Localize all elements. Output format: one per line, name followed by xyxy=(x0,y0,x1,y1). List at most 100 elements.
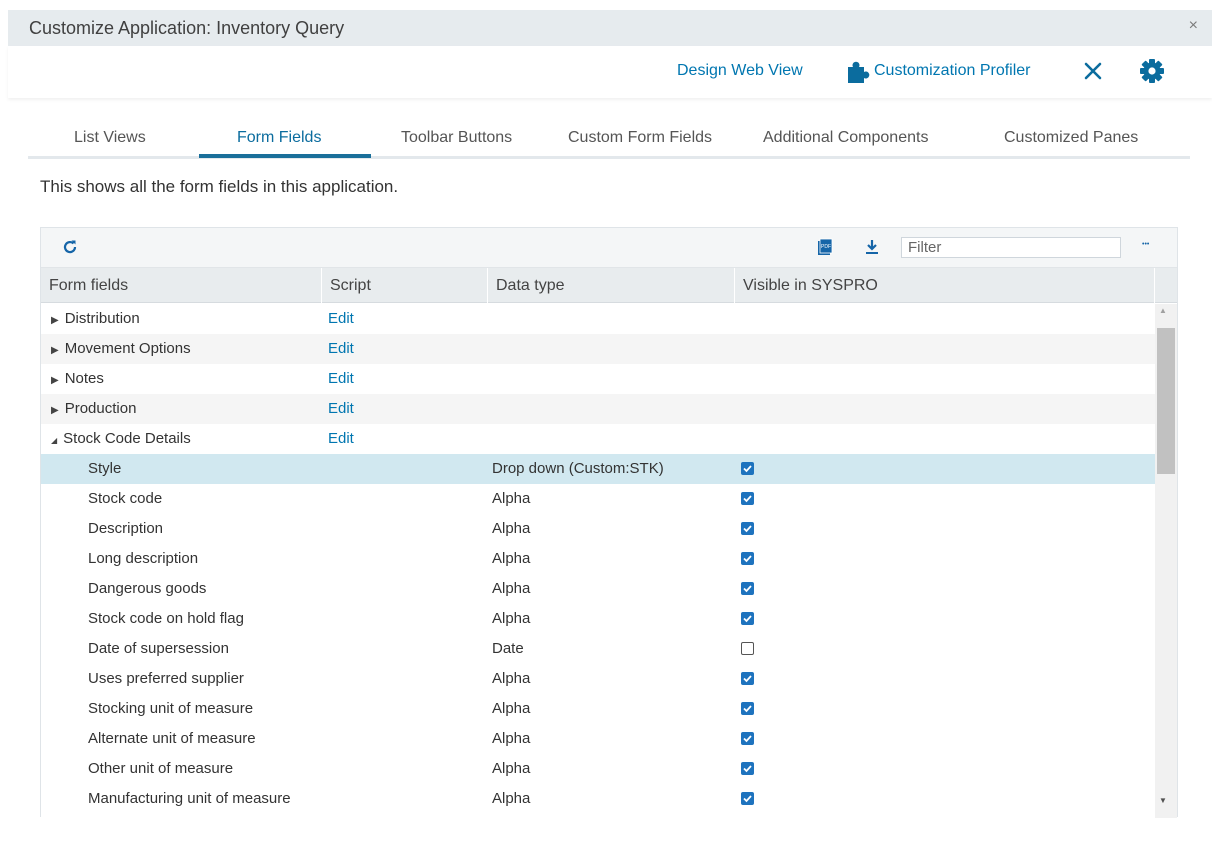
group-label: ▶ Notes xyxy=(51,364,104,394)
dialog-close-icon[interactable]: × xyxy=(1189,17,1198,35)
page-description: This shows all the form fields in this a… xyxy=(40,177,399,196)
visible-checkbox[interactable] xyxy=(741,552,754,565)
script-edit-link[interactable]: Edit xyxy=(328,424,354,454)
visible-checkbox[interactable] xyxy=(741,732,754,745)
table-row[interactable]: Description Alpha xyxy=(41,514,1155,544)
group-label: ▶ Distribution xyxy=(51,304,140,334)
table-row[interactable]: Stock code Alpha xyxy=(41,484,1155,514)
table-row[interactable]: Date of supersession Date xyxy=(41,634,1155,664)
expand-caret-icon[interactable]: ▶ xyxy=(51,396,59,426)
grid-header: Form fields Script Data type Visible in … xyxy=(41,268,1177,303)
table-row[interactable]: Alternate unit of measure Alpha xyxy=(41,724,1155,754)
scroll-down-arrow-icon[interactable]: ▼ xyxy=(1159,796,1167,805)
customize-application-dialog: Customize Application: Inventory Query ×… xyxy=(0,0,1212,844)
expand-caret-icon[interactable]: ▶ xyxy=(51,366,59,396)
grid-body: ▶ Distribution Edit ▶ Movement Options Edi… xyxy=(41,304,1155,818)
group-row[interactable]: ▶ Notes Edit xyxy=(41,364,1155,394)
close-x-icon[interactable] xyxy=(1081,58,1105,84)
visible-checkbox[interactable] xyxy=(741,582,754,595)
field-name: Description xyxy=(88,520,164,537)
field-name: Long description xyxy=(88,550,199,567)
puzzle-piece-icon[interactable] xyxy=(844,58,872,84)
field-data-type: Alpha xyxy=(492,610,531,627)
field-name: Manufacturing unit of measure xyxy=(88,790,291,807)
visible-checkbox[interactable] xyxy=(741,462,754,475)
table-row[interactable]: Dangerous goods Alpha xyxy=(41,574,1155,604)
group-row[interactable]: ▶ Movement Options Edit xyxy=(41,334,1155,364)
expand-caret-icon[interactable]: ▶ xyxy=(51,336,59,366)
table-row[interactable]: Stock code on hold flag Alpha xyxy=(41,604,1155,634)
group-row[interactable]: ▶ Production Edit xyxy=(41,394,1155,424)
field-name: Stocking unit of measure xyxy=(88,700,254,717)
group-label: ◢ Stock Code Details xyxy=(51,424,191,454)
tab-customized-panes[interactable]: Customized Panes xyxy=(1004,129,1138,147)
field-data-type: Drop down (Custom:STK) xyxy=(492,460,664,477)
tab-list-views[interactable]: List Views xyxy=(74,129,146,147)
script-edit-link[interactable]: Edit xyxy=(328,334,354,364)
visible-checkbox[interactable] xyxy=(741,792,754,805)
pdf-export-icon[interactable]: PDF xyxy=(817,238,833,256)
table-row[interactable]: Stocking unit of measure Alpha xyxy=(41,694,1155,724)
visible-checkbox[interactable] xyxy=(741,672,754,685)
visible-checkbox[interactable] xyxy=(741,762,754,775)
visible-checkbox[interactable] xyxy=(741,492,754,505)
form-fields-grid: PDF ••• Form fields Script Data type Vis… xyxy=(40,227,1178,818)
customization-profiler-link[interactable]: Customization Profiler xyxy=(874,62,1031,80)
design-web-view-link[interactable]: Design Web View xyxy=(677,62,803,80)
scroll-up-arrow-icon[interactable]: ▲ xyxy=(1159,306,1167,315)
expand-caret-icon[interactable]: ▶ xyxy=(51,306,59,336)
svg-text:PDF: PDF xyxy=(821,244,831,250)
visible-checkbox[interactable] xyxy=(741,612,754,625)
column-header-visible-in-syspro[interactable]: Visible in SYSPRO xyxy=(735,268,1155,303)
title-bar: Customize Application: Inventory Query × xyxy=(8,10,1212,46)
column-header-data-type[interactable]: Data type xyxy=(488,268,735,303)
gear-icon[interactable] xyxy=(1137,57,1167,85)
visible-checkbox[interactable] xyxy=(741,642,754,655)
scrollbar-thumb[interactable] xyxy=(1157,328,1175,474)
table-row[interactable]: Other unit of measure Alpha xyxy=(41,754,1155,784)
visible-checkbox[interactable] xyxy=(741,702,754,715)
field-name: Date of supersession xyxy=(88,640,229,657)
more-options-icon[interactable]: ••• xyxy=(1142,241,1149,248)
field-data-type: Alpha xyxy=(492,790,531,807)
table-row[interactable]: Uses preferred supplier Alpha xyxy=(41,664,1155,694)
field-data-type: Alpha xyxy=(492,520,531,537)
group-row[interactable]: ▶ Distribution Edit xyxy=(41,304,1155,334)
table-row[interactable]: Manufacturing unit of measure Alpha xyxy=(41,784,1155,814)
field-data-type: Date xyxy=(492,640,524,657)
script-edit-link[interactable]: Edit xyxy=(328,304,354,334)
refresh-icon[interactable] xyxy=(62,239,78,255)
field-data-type: Alpha xyxy=(492,760,531,777)
collapse-caret-icon[interactable]: ◢ xyxy=(51,426,57,456)
field-name: Stock code xyxy=(88,490,163,507)
action-bar: Design Web View Customization Profiler xyxy=(8,46,1212,98)
column-header-form-fields[interactable]: Form fields xyxy=(41,268,322,303)
tab-form-fields[interactable]: Form Fields xyxy=(237,129,321,147)
group-row[interactable]: ◢ Stock Code Details Edit xyxy=(41,424,1155,454)
grid-toolbar: PDF ••• xyxy=(41,228,1177,268)
field-data-type: Alpha xyxy=(492,490,531,507)
field-name: Style xyxy=(88,460,122,477)
field-data-type: Alpha xyxy=(492,670,531,687)
dialog-title: Customize Application: Inventory Query xyxy=(29,17,345,38)
field-name: Uses preferred supplier xyxy=(88,670,244,687)
tab-toolbar-buttons[interactable]: Toolbar Buttons xyxy=(401,129,512,147)
filter-input[interactable] xyxy=(901,237,1121,258)
group-label: ▶ Production xyxy=(51,394,136,424)
field-data-type: Alpha xyxy=(492,700,531,717)
field-name: Dangerous goods xyxy=(88,580,207,597)
column-header-script[interactable]: Script xyxy=(322,268,488,303)
table-row[interactable]: Style Drop down (Custom:STK) xyxy=(41,454,1155,484)
table-row[interactable]: Long description Alpha xyxy=(41,544,1155,574)
script-edit-link[interactable]: Edit xyxy=(328,364,354,394)
tab-custom-form-fields[interactable]: Custom Form Fields xyxy=(568,129,712,147)
tab-additional-components[interactable]: Additional Components xyxy=(763,129,928,147)
group-label: ▶ Movement Options xyxy=(51,334,191,364)
script-edit-link[interactable]: Edit xyxy=(328,394,354,424)
field-data-type: Alpha xyxy=(492,730,531,747)
field-name: Other unit of measure xyxy=(88,760,234,777)
field-data-type: Alpha xyxy=(492,580,531,597)
download-icon[interactable] xyxy=(865,239,879,255)
tab-bar: List Views Form Fields Toolbar Buttons C… xyxy=(28,117,1190,159)
visible-checkbox[interactable] xyxy=(741,522,754,535)
